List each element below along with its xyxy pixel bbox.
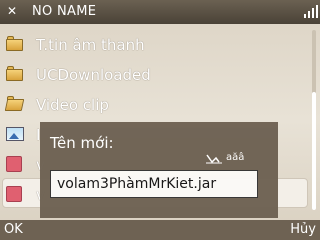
title-bar: ✕ NO NAME bbox=[0, 0, 320, 24]
pen-icon bbox=[206, 154, 222, 164]
folder-icon bbox=[6, 66, 24, 82]
list-item-label: UCDownloaded bbox=[36, 66, 151, 84]
app-icon bbox=[6, 156, 24, 172]
folder-open-icon bbox=[4, 96, 25, 112]
list-item[interactable]: UCDownloaded bbox=[0, 60, 310, 90]
softkey-bar: OK Hủy bbox=[0, 220, 320, 240]
scrollbar-thumb[interactable] bbox=[312, 92, 316, 210]
folder-icon bbox=[6, 36, 24, 52]
input-mode-indicator: aăâ bbox=[226, 152, 245, 163]
list-item[interactable]: T.tin âm thanh bbox=[0, 30, 310, 60]
cancel-softkey[interactable]: Hủy bbox=[290, 220, 316, 240]
list-item-label: Video clip bbox=[36, 96, 109, 114]
rename-dialog: Tên mới: aăâ volam3PhàmMrKiet.jar bbox=[40, 122, 278, 218]
dialog-prompt: Tên mới: bbox=[50, 134, 114, 152]
filename-input[interactable]: volam3PhàmMrKiet.jar bbox=[50, 170, 258, 198]
list-item[interactable]: Video clip bbox=[0, 90, 310, 120]
page-title: NO NAME bbox=[32, 4, 97, 19]
app-icon bbox=[6, 186, 24, 202]
signal-strength-icon bbox=[304, 4, 318, 18]
close-icon[interactable]: ✕ bbox=[4, 3, 20, 19]
ok-softkey[interactable]: OK bbox=[4, 220, 23, 240]
list-item-label: T.tin âm thanh bbox=[36, 36, 145, 54]
image-icon bbox=[6, 126, 24, 142]
